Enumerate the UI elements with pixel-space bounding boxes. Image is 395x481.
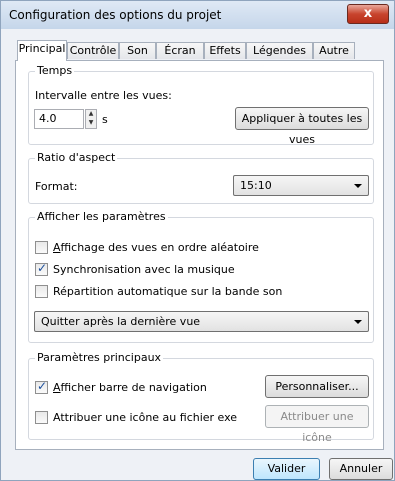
auto-spread-label[interactable]: Répartition automatique sur la bande son	[53, 285, 282, 298]
group-main-params-label: Paramètres principaux	[35, 351, 164, 364]
customize-button[interactable]: Personnaliser...	[265, 375, 369, 398]
random-order-label[interactable]: Affichage des vues en ordre aléatoire	[53, 241, 259, 254]
show-nav-label[interactable]: Afficher barre de navigation	[53, 381, 207, 394]
tab-effets[interactable]: Effets	[204, 42, 246, 59]
group-aspect: Ratio d'aspect Format: 15:10	[28, 151, 374, 204]
sync-music-label[interactable]: Synchronisation avec la musique	[53, 263, 235, 276]
group-aspect-label: Ratio d'aspect	[35, 151, 118, 164]
tab-ecran[interactable]: Écran	[156, 42, 204, 59]
group-display: Afficher les paramètres Affichage des vu…	[28, 210, 374, 343]
tab-autre[interactable]: Autre	[313, 42, 355, 59]
group-display-label: Afficher les paramètres	[35, 210, 168, 223]
window-title: Configuration des options du projet	[9, 8, 222, 22]
group-temps-label: Temps	[35, 64, 75, 77]
title-bar: Configuration des options du projet x	[1, 1, 394, 29]
tab-son[interactable]: Son	[119, 42, 156, 59]
format-value: 15:10	[240, 179, 272, 192]
close-button[interactable]: x	[347, 4, 389, 24]
spin-up-icon[interactable]: ▲	[86, 110, 96, 119]
checkmark-icon: ✓	[37, 261, 48, 275]
interval-unit: s	[102, 113, 108, 126]
auto-spread-checkbox[interactable]	[35, 285, 48, 298]
interval-input[interactable]: 4.0	[34, 109, 84, 129]
random-order-checkbox[interactable]	[35, 241, 48, 254]
checkmark-icon: ✓	[37, 379, 48, 393]
end-action-value: Quitter après la dernière vue	[41, 315, 201, 328]
spin-down-icon[interactable]: ▼	[86, 119, 96, 128]
end-action-select[interactable]: Quitter après la dernière vue	[34, 311, 369, 332]
ok-button[interactable]: Valider	[253, 458, 320, 480]
chevron-down-icon	[354, 320, 362, 324]
sync-music-checkbox[interactable]: ✓	[35, 261, 48, 276]
tab-panel-principal: Temps Intervalle entre les vues: 4.0 ▲ ▼…	[15, 60, 384, 450]
show-nav-checkbox[interactable]: ✓	[35, 379, 48, 394]
tab-legendes[interactable]: Légendes	[246, 42, 313, 59]
interval-spinner[interactable]: ▲ ▼	[85, 109, 97, 129]
group-temps: Temps Intervalle entre les vues: 4.0 ▲ ▼…	[28, 64, 374, 146]
group-main-params: Paramètres principaux ✓ Afficher barre d…	[28, 351, 374, 444]
format-label: Format:	[35, 180, 78, 193]
chevron-down-icon	[354, 184, 362, 188]
tab-controle[interactable]: Contrôle	[67, 42, 119, 59]
interval-label: Intervalle entre les vues:	[35, 89, 172, 102]
assign-icon-label[interactable]: Attribuer une icône au fichier exe	[53, 411, 237, 424]
format-select[interactable]: 15:10	[233, 175, 369, 196]
assign-icon-button[interactable]: Attribuer une icône	[265, 405, 369, 444]
apply-all-button[interactable]: Appliquer à toutes les vues	[235, 107, 369, 146]
cancel-button[interactable]: Annuler	[329, 458, 393, 480]
assign-icon-checkbox[interactable]	[35, 411, 48, 424]
dialog-window: Configuration des options du projet x Pr…	[0, 0, 395, 481]
tab-principal[interactable]: Principal	[17, 40, 67, 61]
